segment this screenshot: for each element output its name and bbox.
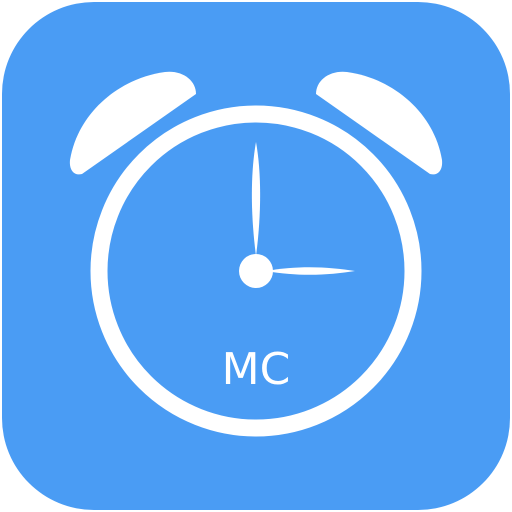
icon-label: MC	[222, 344, 291, 395]
center-hub	[239, 254, 273, 288]
app-icon[interactable]: MC	[0, 0, 512, 512]
alarm-clock-icon: MC	[2, 2, 510, 510]
